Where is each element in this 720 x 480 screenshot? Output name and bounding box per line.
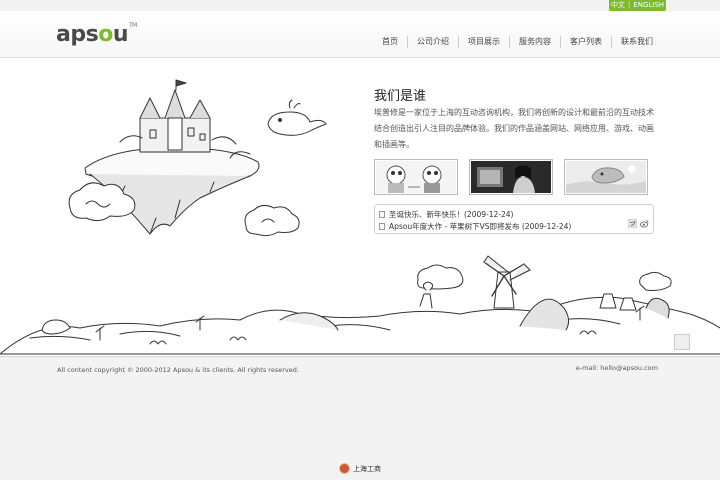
footer-email[interactable]: e-mail: hello@apsou.com <box>576 364 658 372</box>
cartoon-characters-thumbnail-image <box>376 161 456 193</box>
side-scroll-tab[interactable] <box>674 334 690 350</box>
nav-about-company[interactable]: 公司介绍 <box>407 36 458 48</box>
footer-copyright: All content copyright © 2000-2012 Apsou … <box>57 366 299 374</box>
about-title: 我们是谁 <box>374 89 427 104</box>
nav-clients[interactable]: 客户列表 <box>560 36 611 48</box>
main-content: 我们是谁 埃普修是一家位于上海的互动咨询机构，我们将创新的设计和最前沿的互动技术… <box>0 57 720 357</box>
social-links <box>628 219 649 228</box>
nav-services[interactable]: 服务内容 <box>509 36 560 48</box>
language-switcher: 中文 | ENGLISH <box>609 0 666 11</box>
nav-home[interactable]: 首页 <box>373 36 407 48</box>
business-license-badge[interactable]: 上海工商 <box>339 463 381 474</box>
project-thumbnail-photo[interactable] <box>469 159 553 195</box>
whale-illustration-thumbnail-image <box>566 161 646 193</box>
news-item[interactable]: 圣诞快乐、新年快乐！(2009-12-24) <box>379 209 513 220</box>
woman-photo-thumbnail-image <box>471 161 551 193</box>
document-icon <box>379 223 385 230</box>
news-item[interactable]: Apsou年度大作 - 苹果树下VS即将发布 (2009-12-24) <box>379 221 571 232</box>
lang-zh-link[interactable]: 中文 <box>611 0 625 11</box>
project-thumbnail-whale[interactable] <box>564 159 648 195</box>
nav-projects[interactable]: 项目展示 <box>458 36 509 48</box>
business-license-label: 上海工商 <box>353 464 381 473</box>
news-item-text: Apsou年度大作 - 苹果树下VS即将发布 (2009-12-24) <box>389 222 572 231</box>
twitter-icon[interactable] <box>628 219 637 228</box>
site-header: apsouTM 首页 公司介绍 项目展示 服务内容 客户列表 联系我们 <box>0 11 720 57</box>
document-icon <box>379 211 385 218</box>
news-item-text: 圣诞快乐、新年快乐！(2009-12-24) <box>389 210 514 219</box>
main-nav: 首页 公司介绍 项目展示 服务内容 客户列表 联系我们 <box>373 36 662 48</box>
lang-separator: | <box>627 1 631 9</box>
nav-contact[interactable]: 联系我们 <box>611 36 662 48</box>
emblem-icon <box>339 463 350 474</box>
project-thumbnails <box>374 159 648 195</box>
project-thumbnail-cartoon[interactable] <box>374 159 458 195</box>
weibo-icon[interactable] <box>640 219 649 228</box>
apsou-logo[interactable]: apsouTM <box>56 22 137 47</box>
lang-en-link[interactable]: ENGLISH <box>633 0 664 11</box>
news-box: 圣诞快乐、新年快乐！(2009-12-24) Apsou年度大作 - 苹果树下V… <box>374 204 654 234</box>
about-description: 埃普修是一家位于上海的互动咨询机构，我们将创新的设计和最前沿的互动技术结合创造出… <box>374 108 654 149</box>
